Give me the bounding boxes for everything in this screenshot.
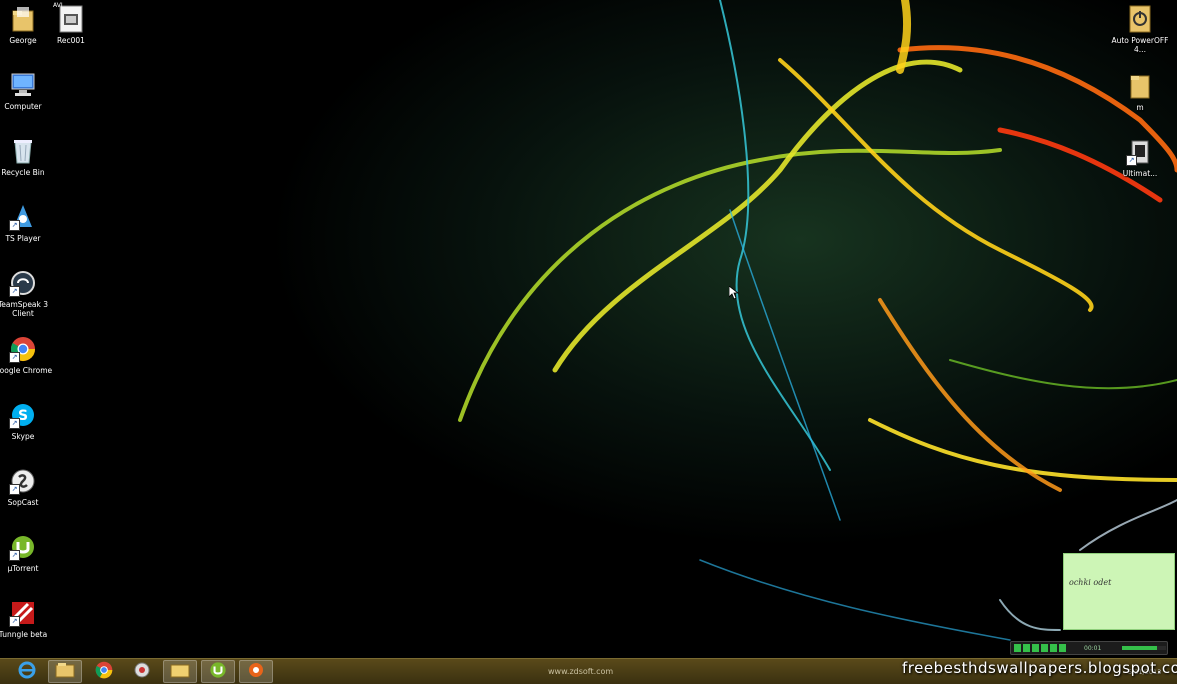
utorrent-icon: ↗ — [9, 533, 37, 561]
desktop-icon-teamspeak-3-client[interactable]: ↗ TeamSpeak 3 Client — [0, 269, 48, 318]
desktop-icon-label: m — [1136, 103, 1144, 112]
desktop-icon-label: Google Chrome — [0, 366, 53, 375]
desktop-icon-label: TeamSpeak 3 Client — [0, 300, 49, 318]
desktop-icon-sopcast[interactable]: ↗ SopCast — [0, 467, 46, 507]
shortcut-arrow-icon: ↗ — [9, 418, 20, 429]
taskbar-button-internet-explorer[interactable] — [10, 660, 44, 683]
chrome-icon — [95, 661, 113, 683]
desktop-icon-tunngle-beta[interactable]: ↗ Tunngle beta — [0, 599, 47, 639]
taskbar-button-folder[interactable] — [163, 660, 197, 683]
chrome-icon: ↗ — [9, 335, 37, 363]
video-file-icon: AVI — [53, 2, 85, 33]
desktop-icon--torrent[interactable]: ↗ µTorrent — [0, 533, 46, 573]
desktop-icon-label: Ultimat... — [1122, 169, 1158, 178]
recorder-toolbar[interactable]: 00:01 — [1010, 641, 1168, 655]
recorder-block — [1059, 644, 1066, 652]
power-off-icon — [1126, 5, 1154, 33]
folder-icon — [170, 662, 190, 682]
desktop-icon-auto-poweroff[interactable]: Auto PowerOFF 4... — [1111, 5, 1169, 54]
shortcut-arrow-icon: ↗ — [9, 550, 20, 561]
shortcut-arrow-icon: ↗ — [9, 286, 20, 297]
internet-explorer-icon — [18, 661, 36, 683]
utorrent-icon — [209, 661, 227, 683]
shortcut-arrow-icon: ↗ — [9, 616, 20, 627]
recycle-bin-icon — [9, 137, 37, 165]
desktop-icon-label: SopCast — [7, 498, 39, 507]
shortcut-arrow-icon: ↗ — [1126, 155, 1137, 166]
desktop-icon-m[interactable]: m — [1117, 72, 1163, 112]
recorder-block — [1023, 644, 1030, 652]
mouse-cursor-icon — [729, 286, 739, 300]
recorder-progress-fill — [1122, 646, 1158, 650]
taskbar-button-file-explorer[interactable] — [48, 660, 82, 683]
shortcut-arrow-icon: ↗ — [9, 352, 20, 363]
desktop-icon-google-chrome[interactable]: ↗ Google Chrome — [0, 335, 52, 375]
taskbar-button-utorrent[interactable] — [201, 660, 235, 683]
desktop-icon-label: µTorrent — [7, 564, 39, 573]
recorder-block — [1050, 644, 1057, 652]
recorder-progress[interactable] — [1122, 646, 1166, 650]
folder-icon — [1126, 72, 1154, 100]
file-badge: AVI — [53, 2, 63, 9]
ts-player-icon: ↗ — [9, 203, 37, 231]
teamspeak-icon: ↗ — [9, 269, 37, 297]
desktop-icon-george[interactable]: George — [0, 5, 46, 45]
sticky-note-text[interactable]: ochki odet — [1069, 578, 1111, 587]
sopcast-icon: ↗ — [9, 467, 37, 495]
computer-icon — [9, 71, 37, 99]
shortcut-arrow-icon: ↗ — [9, 484, 20, 495]
desktop-icon-label: Rec001 — [57, 36, 85, 45]
taskbar-button-chrome[interactable] — [87, 660, 121, 683]
shortcut-arrow-icon: ↗ — [9, 220, 20, 231]
desktop-icon-label: Auto PowerOFF 4... — [1111, 36, 1169, 54]
desktop-icon-label: Tunngle beta — [0, 630, 48, 639]
tunngle-icon: ↗ — [9, 599, 37, 627]
taskbar-button-recorder[interactable] — [239, 660, 273, 683]
desktop-icon-recycle-bin[interactable]: Recycle Bin — [0, 137, 46, 177]
desktop-icon-ts-player[interactable]: ↗ TS Player — [0, 203, 46, 243]
folder-icon — [9, 5, 37, 33]
app-shortcut-icon: ↗ — [1126, 138, 1154, 166]
desktop-icon-label: TS Player — [5, 234, 41, 243]
recorder-block — [1041, 644, 1048, 652]
desktop-icon-ultimate[interactable]: ↗ Ultimat... — [1117, 138, 1163, 178]
sticky-note[interactable]: ochki odet — [1063, 553, 1175, 630]
desktop-icon-label: Skype — [11, 432, 35, 441]
desktop-wallpaper — [0, 0, 1177, 684]
app-icon — [133, 661, 151, 683]
desktop-icon-rec001[interactable]: AVI Rec001 — [48, 2, 94, 45]
taskbar-button-app[interactable] — [125, 660, 159, 683]
desktop-icon-label: Recycle Bin — [1, 168, 45, 177]
skype-icon: S ↗ — [9, 401, 37, 429]
recorder-block — [1014, 644, 1021, 652]
desktop-icon-label: Computer — [4, 102, 42, 111]
recorder-icon — [247, 661, 265, 683]
taskbar-center-text: www.zdsoft.com — [548, 667, 614, 676]
desktop-icon-skype[interactable]: S ↗ Skype — [0, 401, 46, 441]
desktop-icon-computer[interactable]: Computer — [0, 71, 46, 111]
recorder-time: 00:01 — [1084, 644, 1102, 652]
recorder-block — [1032, 644, 1039, 652]
watermark-text: freebesthdswallpapers.blogspot.com — [902, 659, 1177, 677]
file-explorer-icon — [55, 662, 75, 682]
